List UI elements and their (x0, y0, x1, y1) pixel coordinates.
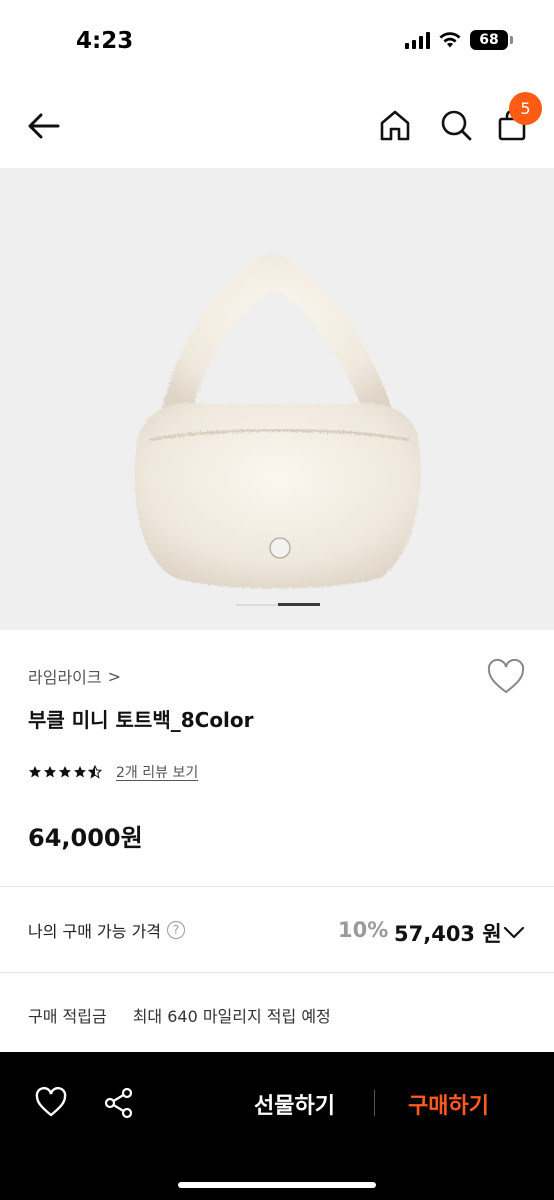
carousel-pager-active (278, 603, 320, 606)
brand-link[interactable]: 라임라이크 > (28, 664, 121, 688)
discount-price: 57,403 원 (394, 922, 502, 946)
my-price-label: 나의 구매 가능 가격 ? (28, 918, 186, 942)
review-link[interactable]: 2개 리뷰 보기 (116, 762, 198, 782)
share-icon[interactable] (102, 1086, 136, 1120)
half-star-icon (88, 765, 102, 779)
cart-count-badge: 5 (509, 92, 542, 125)
home-icon[interactable] (376, 106, 414, 144)
my-price-label-text: 나의 구매 가능 가격 (28, 922, 162, 941)
star-rating (28, 765, 102, 779)
points-value: 최대 640 마일리지 적립 예정 (132, 1007, 331, 1026)
brand-name: 라임라이크 (28, 668, 102, 687)
points-row: 구매 적립금 최대 640 마일리지 적립 예정 (28, 1003, 331, 1027)
star-icon (29, 766, 41, 778)
gift-button[interactable]: 선물하기 (254, 1088, 335, 1120)
buy-button[interactable]: 구매하기 (408, 1088, 489, 1120)
star-icon (59, 766, 71, 778)
star-icon (74, 766, 86, 778)
signal-icon (405, 31, 430, 49)
chevron-right-icon: > (107, 666, 122, 686)
product-image-carousel[interactable] (0, 168, 554, 630)
home-indicator (178, 1182, 376, 1188)
heart-icon[interactable] (34, 1086, 68, 1120)
star-icon (44, 766, 56, 778)
help-icon[interactable]: ? (167, 921, 186, 939)
divider (0, 886, 554, 887)
discount-rate: 10% (338, 918, 389, 942)
battery-level: 68 (479, 32, 499, 48)
arrow-left-icon[interactable] (24, 106, 64, 146)
chevron-down-icon[interactable] (502, 920, 526, 944)
status-icons: 68 (405, 30, 513, 50)
status-time: 4:23 (76, 28, 134, 54)
bottom-action-bar: 선물하기 구매하기 (0, 1052, 554, 1200)
rating-row: 2개 리뷰 보기 (28, 762, 198, 782)
battery-icon: 68 (470, 30, 513, 50)
top-nav (0, 84, 554, 168)
wifi-icon (439, 32, 461, 48)
bag-image (134, 252, 421, 589)
product-title: 부클 미니 토트백_8Color (28, 708, 254, 732)
separator (374, 1090, 375, 1116)
my-price-row[interactable]: 나의 구매 가능 가격 ? 10% 57,403 원 (0, 888, 554, 972)
points-label: 구매 적립금 (28, 1007, 107, 1026)
search-icon[interactable] (437, 106, 475, 144)
status-bar: 4:23 68 (0, 0, 554, 84)
wishlist-heart-icon[interactable] (486, 658, 526, 696)
divider (0, 972, 554, 973)
product-price: 64,000원 (28, 824, 143, 852)
